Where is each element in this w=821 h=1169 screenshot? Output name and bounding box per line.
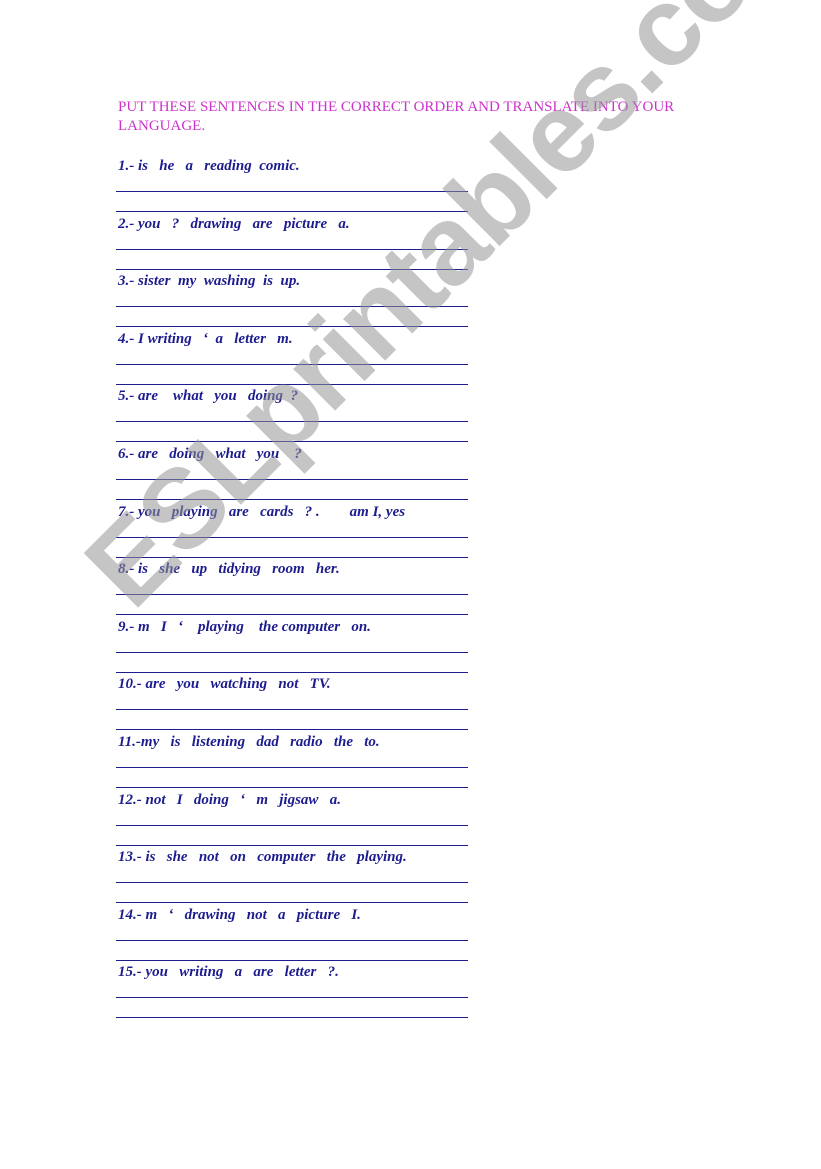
translation-line[interactable]	[116, 902, 468, 904]
answer-line[interactable]	[116, 421, 468, 423]
translation-line[interactable]	[116, 441, 468, 443]
translation-line[interactable]	[116, 268, 468, 270]
scrambled-sentence: 11.-my is listening dad radio the to.	[118, 734, 380, 750]
answer-line[interactable]	[116, 479, 468, 480]
scrambled-sentence: 10.- are you watching not TV.	[118, 676, 331, 693]
exercise-item: 13.- is she not on computer the playing.	[116, 848, 468, 906]
translation-line[interactable]	[116, 614, 468, 616]
translation-line[interactable]	[116, 1017, 468, 1019]
exercise-item: 2.- you ? drawing are picture a.	[116, 215, 468, 273]
translation-line[interactable]	[116, 499, 468, 500]
exercise-item: 8.- is she up tidying room her.	[116, 560, 468, 618]
answer-line[interactable]	[116, 363, 468, 365]
translation-line[interactable]	[116, 556, 468, 558]
scrambled-sentence: 8.- is she up tidying room her.	[118, 561, 340, 578]
exercise-item: 3.- sister my washing is up.	[116, 272, 468, 330]
translation-line[interactable]	[116, 671, 468, 673]
translation-line[interactable]	[116, 729, 468, 731]
answer-line[interactable]	[116, 191, 468, 192]
scrambled-sentence: 6.- are doing what you ?	[118, 446, 302, 462]
translation-line[interactable]	[116, 844, 468, 846]
exercise-item: 14.- m ‘ drawing not a picture I.	[116, 906, 468, 964]
answer-line[interactable]	[116, 997, 468, 999]
scrambled-sentence: 3.- sister my washing is up.	[118, 273, 301, 290]
translation-line[interactable]	[116, 211, 468, 212]
answer-line[interactable]	[116, 709, 468, 711]
exercise-item: 1.- is he a reading comic.	[116, 157, 468, 215]
scrambled-sentence: 14.- m ‘ drawing not a picture I.	[118, 906, 361, 923]
scrambled-sentence: 4.- I writing ‘ a letter m.	[118, 330, 293, 347]
answer-line[interactable]	[116, 651, 468, 653]
exercise-item: 12.- not I doing ‘ m jigsaw a.	[116, 791, 468, 849]
worksheet-page: PUT THESE SENTENCES IN THE CORRECT ORDER…	[0, 0, 821, 1169]
answer-line[interactable]	[116, 939, 468, 941]
exercise-item: 7.- you playing are cards ? . am I, yes	[116, 503, 468, 561]
translation-line[interactable]	[116, 959, 468, 961]
scrambled-sentence: 12.- not I doing ‘ m jigsaw a.	[118, 791, 341, 808]
answer-line[interactable]	[116, 248, 468, 250]
exercise-item: 5.- are what you doing ?	[116, 387, 468, 445]
scrambled-sentence: 7.- you playing are cards ? . am I, yes	[118, 503, 406, 520]
translation-line[interactable]	[116, 787, 468, 788]
exercise-item: 15.- you writing a are letter ?.	[116, 963, 468, 1021]
scrambled-sentence: 1.- is he a reading comic.	[118, 158, 300, 174]
answer-line[interactable]	[116, 306, 468, 308]
exercise-item: 10.- are you watching not TV.	[116, 675, 468, 733]
scrambled-sentence: 15.- you writing a are letter ?.	[118, 964, 339, 981]
answer-line[interactable]	[116, 824, 468, 826]
exercise-item: 4.- I writing ‘ a letter m.	[116, 330, 468, 388]
scrambled-sentence: 13.- is she not on computer the playing.	[118, 849, 407, 866]
answer-line[interactable]	[116, 594, 468, 596]
instructions-title: PUT THESE SENTENCES IN THE CORRECT ORDER…	[118, 99, 675, 134]
exercise-item: 11.-my is listening dad radio the to.	[116, 733, 468, 791]
answer-line[interactable]	[116, 767, 468, 768]
translation-line[interactable]	[116, 326, 468, 328]
answer-line[interactable]	[116, 882, 468, 884]
translation-line[interactable]	[116, 383, 468, 385]
answer-line[interactable]	[116, 536, 468, 538]
scrambled-sentence: 2.- you ? drawing are picture a.	[118, 215, 350, 232]
scrambled-sentence: 5.- are what you doing ?	[118, 388, 299, 405]
exercise-item: 6.- are doing what you ?	[116, 445, 468, 503]
scrambled-sentence: 9.- m I ‘ playing the computer on.	[118, 618, 371, 635]
exercise-item: 9.- m I ‘ playing the computer on.	[116, 618, 468, 676]
